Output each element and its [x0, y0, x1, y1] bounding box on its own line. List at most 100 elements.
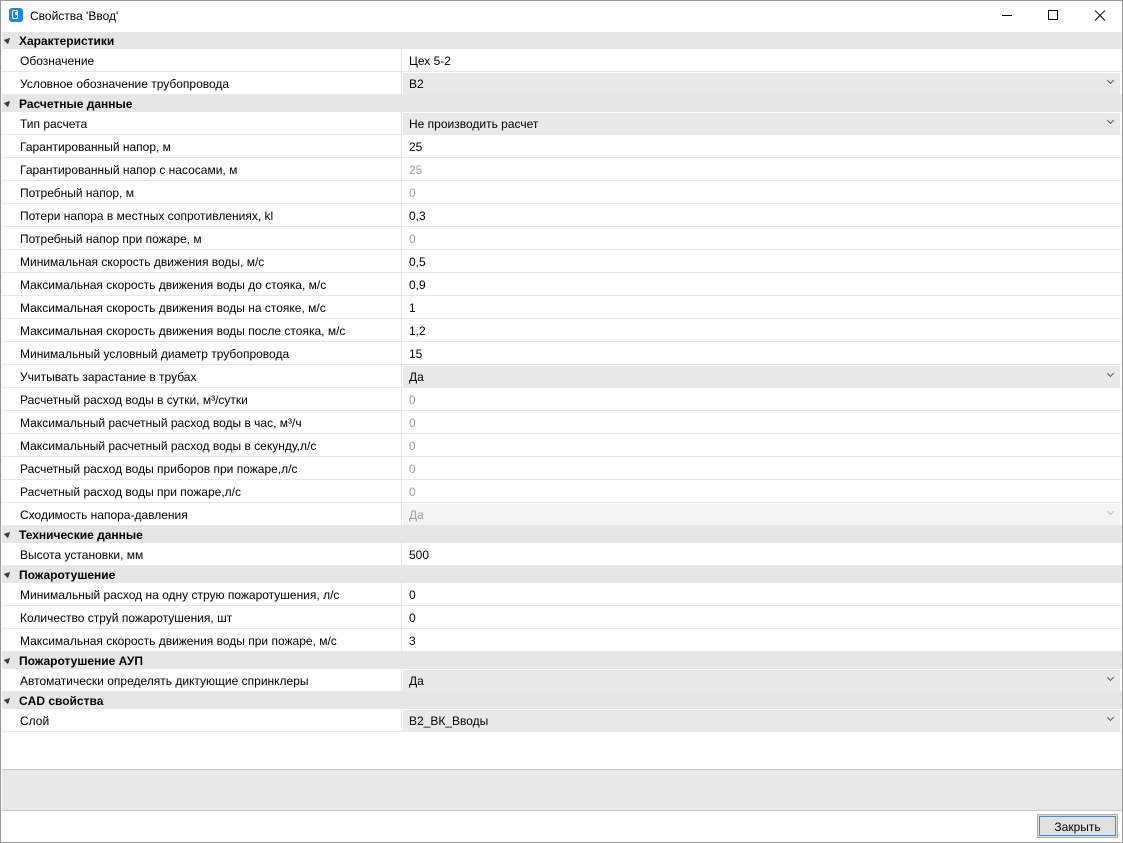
property-row[interactable]: Максимальная скорость движения воды при … [2, 629, 1122, 652]
property-name: Слой [20, 714, 50, 728]
property-value-field[interactable]: 500 [409, 548, 429, 562]
collapse-arrow-icon[interactable] [3, 98, 13, 108]
property-row[interactable]: Потребный напор, м 0 [2, 181, 1122, 204]
collapse-arrow-icon[interactable] [3, 569, 13, 579]
column-divider [401, 583, 402, 606]
column-divider [401, 606, 402, 629]
property-row[interactable]: Потери напора в местных сопротивлениях, … [2, 204, 1122, 227]
property-value-field: 0 [409, 186, 416, 200]
property-row[interactable]: Расчетный расход воды в сутки, м³/сутки 0 [2, 388, 1122, 411]
property-row[interactable]: Гарантированный напор с насосами, м 25 [2, 158, 1122, 181]
property-name: Максимальная скорость движения воды при … [20, 634, 337, 648]
collapse-arrow-icon[interactable] [3, 655, 13, 665]
property-name: Максимальный расчетный расход воды в час… [20, 416, 302, 430]
property-value-field[interactable]: 1,2 [409, 324, 426, 338]
column-divider [401, 135, 402, 158]
property-dropdown[interactable] [403, 366, 1120, 387]
property-name: Условное обозначение трубопровода [20, 77, 230, 91]
property-dropdown[interactable] [403, 670, 1120, 691]
collapse-arrow-icon[interactable] [3, 35, 13, 45]
column-divider [401, 181, 402, 204]
close-window-button[interactable] [1076, 1, 1122, 31]
category-label: Расчетные данные [19, 97, 133, 111]
property-row[interactable]: Минимальная скорость движения воды, м/с 0… [2, 250, 1122, 273]
property-value-field[interactable]: 25 [409, 140, 422, 154]
property-row[interactable]: Условное обозначение трубопровода В2 [2, 72, 1122, 95]
property-name: Максимальная скорость движения воды до с… [20, 278, 327, 292]
property-value-field[interactable]: 0,3 [409, 209, 426, 223]
property-value-field: 0 [409, 232, 416, 246]
property-row[interactable]: Слой В2_ВК_Вводы [2, 709, 1122, 732]
property-name: Обозначение [20, 54, 95, 68]
category-header[interactable]: Пожаротушение [2, 566, 1122, 583]
column-divider [401, 250, 402, 273]
column-divider [401, 411, 402, 434]
column-divider [401, 296, 402, 319]
category-header[interactable]: CAD свойства [2, 692, 1122, 709]
property-dropdown[interactable] [403, 73, 1120, 94]
property-value-field[interactable]: 0 [409, 588, 416, 602]
close-button[interactable]: Закрыть [1037, 814, 1118, 838]
property-row[interactable]: Максимальная скорость движения воды посл… [2, 319, 1122, 342]
property-name: Количество струй пожаротушения, шт [20, 611, 233, 625]
column-divider [401, 629, 402, 652]
collapse-arrow-icon[interactable] [3, 529, 13, 539]
column-divider [401, 480, 402, 503]
property-row[interactable]: Тип расчета Не производить расчет [2, 112, 1122, 135]
property-value-field: 0 [409, 485, 416, 499]
property-value-field[interactable]: 0,5 [409, 255, 426, 269]
property-value-field[interactable]: 1 [409, 301, 416, 315]
property-name: Расчетный расход воды при пожаре,л/с [20, 485, 241, 499]
property-value-field: 0 [409, 416, 416, 430]
property-value-field[interactable]: 15 [409, 347, 422, 361]
property-value-field[interactable]: 3 [409, 634, 416, 648]
column-divider [401, 112, 402, 135]
property-dropdown[interactable] [403, 710, 1120, 731]
property-row[interactable]: Учитывать зарастание в трубах Да [2, 365, 1122, 388]
category-header[interactable]: Технические данные [2, 526, 1122, 543]
property-row[interactable]: Максимальная скорость движения воды на с… [2, 296, 1122, 319]
property-row[interactable]: Автоматически определять диктующие сприн… [2, 669, 1122, 692]
property-row[interactable]: Расчетный расход воды при пожаре,л/с 0 [2, 480, 1122, 503]
category-label: CAD свойства [19, 694, 104, 708]
property-name: Гарантированный напор, м [20, 140, 171, 154]
property-row[interactable]: Потребный напор при пожаре, м 0 [2, 227, 1122, 250]
properties-window: Свойства 'Ввод' Характеристики Обозначени… [0, 0, 1123, 843]
property-row[interactable]: Минимальный расход на одну струю пожарот… [2, 583, 1122, 606]
property-row[interactable]: Сходимость напора-давления Да [2, 503, 1122, 526]
property-name: Потребный напор, м [20, 186, 134, 200]
property-value-field: 0 [409, 439, 416, 453]
category-header[interactable]: Расчетные данные [2, 95, 1122, 112]
property-row[interactable]: Гарантированный напор, м 25 [2, 135, 1122, 158]
property-dropdown-value: Да [409, 508, 424, 522]
property-dropdown [403, 504, 1120, 525]
property-row[interactable]: Количество струй пожаротушения, шт 0 [2, 606, 1122, 629]
property-value-field[interactable]: 0 [409, 611, 416, 625]
property-row[interactable]: Высота установки, мм 500 [2, 543, 1122, 566]
column-divider [401, 709, 402, 732]
property-name: Потери напора в местных сопротивлениях, … [20, 209, 274, 223]
category-header[interactable]: Пожаротушение АУП [2, 652, 1122, 669]
app-logo-icon [9, 8, 23, 22]
property-row[interactable]: Максимальный расчетный расход воды в сек… [2, 434, 1122, 457]
property-name: Максимальная скорость движения воды на с… [20, 301, 326, 315]
collapse-arrow-icon[interactable] [3, 695, 13, 705]
property-row[interactable]: Минимальный условный диаметр трубопровод… [2, 342, 1122, 365]
property-row[interactable]: Максимальный расчетный расход воды в час… [2, 411, 1122, 434]
minimize-button[interactable] [984, 1, 1030, 31]
property-row[interactable]: Максимальная скорость движения воды до с… [2, 273, 1122, 296]
property-name: Расчетный расход воды приборов при пожар… [20, 462, 298, 476]
column-divider [401, 227, 402, 250]
property-value-field[interactable]: Цех 5-2 [409, 54, 451, 68]
column-divider [401, 434, 402, 457]
property-row[interactable]: Расчетный расход воды приборов при пожар… [2, 457, 1122, 480]
property-value-field[interactable]: 0,9 [409, 278, 426, 292]
property-name: Учитывать зарастание в трубах [20, 370, 197, 384]
column-divider [401, 388, 402, 411]
property-row[interactable]: Обозначение Цех 5-2 [2, 49, 1122, 72]
column-divider [401, 503, 402, 526]
maximize-button[interactable] [1030, 1, 1076, 31]
category-header[interactable]: Характеристики [2, 32, 1122, 49]
title-bar[interactable]: Свойства 'Ввод' [1, 1, 1122, 31]
column-divider [401, 273, 402, 296]
